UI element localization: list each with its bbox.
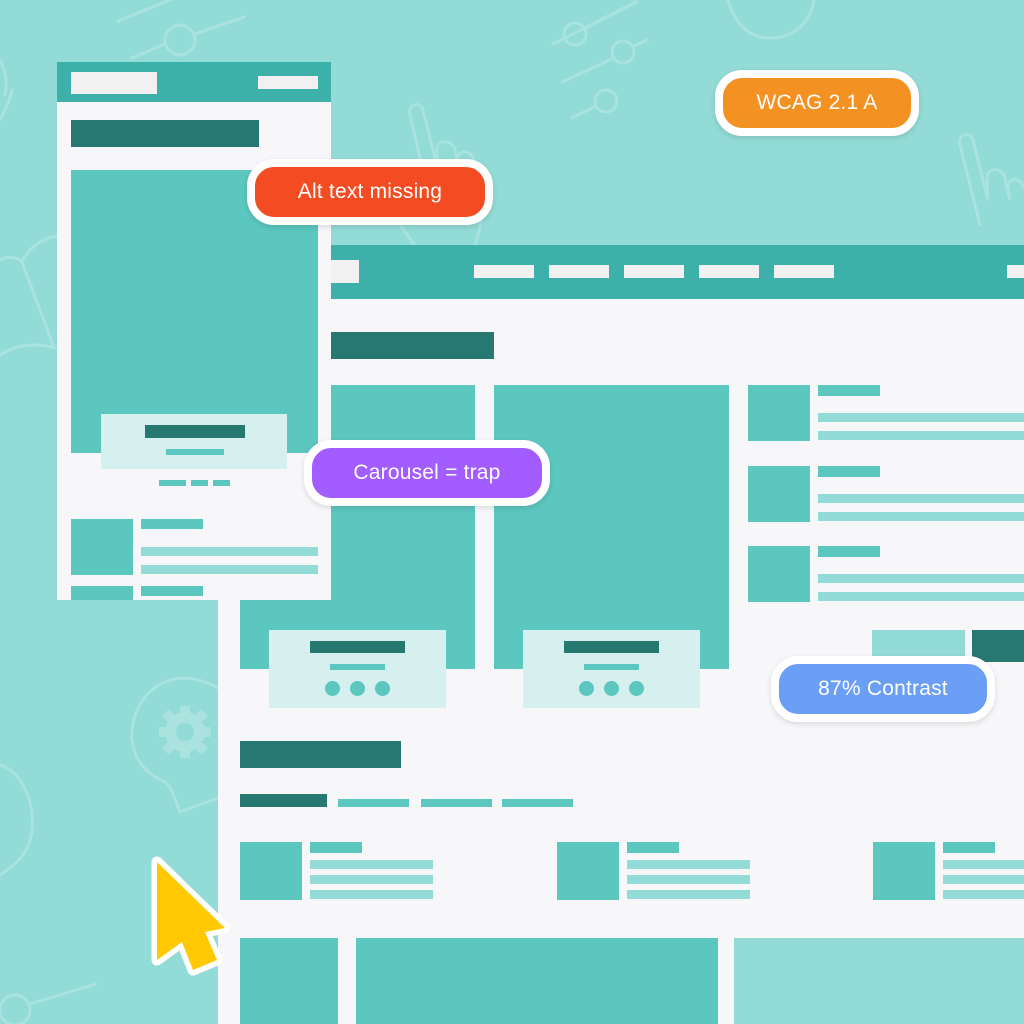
circle-icon: [0, 58, 14, 122]
slider-icon: [551, 0, 649, 120]
alt-text-missing-badge: Alt text missing: [247, 159, 493, 225]
caption-title: [564, 641, 659, 653]
circle-icon: [0, 763, 34, 877]
carousel-dot[interactable]: [375, 681, 390, 696]
caption-subtitle: [584, 664, 639, 670]
mobile-hero-caption: [101, 414, 287, 469]
mobile-logo[interactable]: [71, 72, 157, 94]
card-title[interactable]: [943, 842, 995, 853]
book-icon: [0, 234, 59, 357]
filter-tab[interactable]: [338, 799, 409, 807]
carousel-dot[interactable]: [350, 681, 365, 696]
filter-tab[interactable]: [421, 799, 492, 807]
list-item-line: [818, 494, 1024, 503]
list-item-title[interactable]: [818, 466, 880, 477]
mobile-page-heading: [71, 120, 259, 147]
bottom-tile[interactable]: [356, 938, 718, 1024]
card-thumbnail[interactable]: [240, 842, 302, 900]
list-item-line: [818, 574, 1024, 583]
card-line: [310, 875, 433, 884]
list-item-title[interactable]: [141, 519, 203, 529]
section-heading: [240, 741, 401, 768]
card-line: [943, 875, 1024, 884]
card-line: [627, 890, 750, 899]
carousel-dot[interactable]: [629, 681, 644, 696]
card-thumbnail[interactable]: [873, 842, 935, 900]
bottom-tile[interactable]: [734, 938, 1024, 1024]
list-item-line: [818, 592, 1024, 601]
list-item-title[interactable]: [818, 546, 880, 557]
bottom-tile[interactable]: [240, 938, 338, 1024]
mobile-menu-button[interactable]: [258, 76, 318, 89]
card-line: [310, 860, 433, 869]
primary-button[interactable]: [972, 630, 1024, 662]
desktop-page-heading: [331, 332, 494, 359]
caption-subtitle: [166, 449, 224, 455]
slider-icon: [116, 0, 246, 60]
filter-tab[interactable]: [502, 799, 573, 807]
desktop-nav-item[interactable]: [699, 265, 759, 278]
arrow-cursor-icon: [151, 856, 231, 976]
caption-title: [310, 641, 405, 653]
lightbulb-gear-icon: [130, 676, 220, 814]
list-item-thumbnail[interactable]: [71, 586, 133, 600]
caption-title: [145, 425, 245, 438]
list-item-line: [141, 547, 318, 556]
circle-icon: [726, 0, 816, 40]
list-item-thumbnail[interactable]: [71, 519, 133, 575]
desktop-logo[interactable]: [331, 260, 359, 283]
pager-indicator[interactable]: [191, 480, 208, 486]
list-item-thumbnail[interactable]: [748, 385, 810, 441]
desktop-nav-item[interactable]: [474, 265, 534, 278]
card-line: [943, 860, 1024, 869]
carousel-dot[interactable]: [325, 681, 340, 696]
carousel-slide-image[interactable]: [494, 385, 729, 669]
filter-tab-active[interactable]: [240, 794, 327, 807]
card-title[interactable]: [310, 842, 362, 853]
gear-icon: [165, 712, 205, 752]
desktop-nav-item[interactable]: [774, 265, 834, 278]
card-line: [627, 860, 750, 869]
card-line: [310, 890, 433, 899]
contrast-badge: 87% Contrast: [771, 656, 995, 722]
list-item-thumbnail[interactable]: [748, 546, 810, 602]
desktop-nav-action[interactable]: [1007, 265, 1024, 278]
card-line: [943, 890, 1024, 899]
list-item-line: [141, 565, 318, 574]
list-item-title[interactable]: [141, 586, 203, 596]
wcag-badge: WCAG 2.1 A: [715, 70, 919, 136]
card-thumbnail[interactable]: [557, 842, 619, 900]
carousel-dot[interactable]: [579, 681, 594, 696]
card-title[interactable]: [627, 842, 679, 853]
list-item-line: [818, 512, 1024, 521]
list-item-line: [818, 413, 1024, 422]
desktop-nav-item[interactable]: [624, 265, 684, 278]
desktop-nav-item[interactable]: [549, 265, 609, 278]
pager-indicator[interactable]: [213, 480, 230, 486]
list-item-title[interactable]: [818, 385, 880, 396]
pointer-hand-icon: [958, 133, 1024, 227]
pager-indicator[interactable]: [159, 480, 186, 486]
list-item-line: [818, 431, 1024, 440]
caption-subtitle: [330, 664, 385, 670]
carousel-trap-badge: Carousel = trap: [304, 440, 550, 506]
carousel-dot[interactable]: [604, 681, 619, 696]
list-item-thumbnail[interactable]: [748, 466, 810, 522]
card-line: [627, 875, 750, 884]
